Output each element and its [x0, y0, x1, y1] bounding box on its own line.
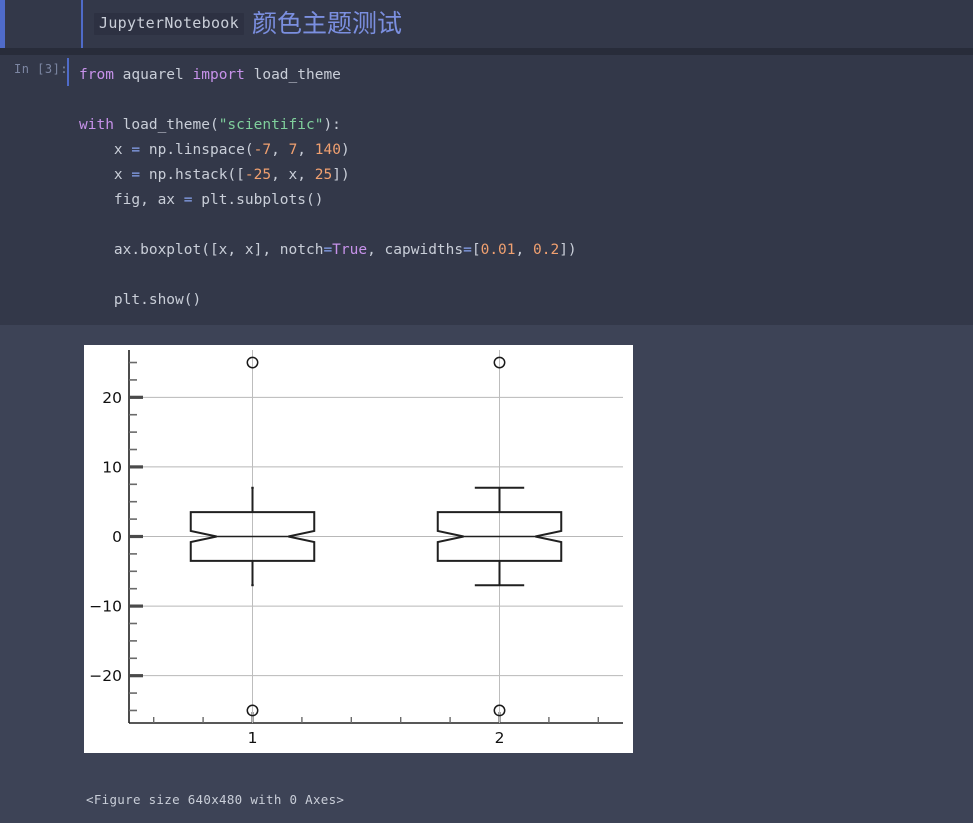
code-token: ,: [515, 242, 533, 258]
x-axis-tick-label: 2: [495, 729, 505, 747]
y-axis-tick-label: −10: [89, 598, 122, 616]
cell-focus-bar: [67, 58, 69, 86]
code-token: [: [471, 242, 481, 258]
code-token: -25: [244, 167, 272, 183]
code-line: plt.show(): [79, 288, 577, 313]
code-token: , x,: [271, 167, 315, 183]
code-token: x: [79, 142, 132, 158]
code-editor-content[interactable]: from aquarel import load_theme with load…: [79, 63, 577, 313]
code-token: 140: [314, 142, 341, 158]
code-token: 25: [314, 167, 333, 183]
code-token: , capwidths: [367, 242, 464, 258]
code-token: =: [463, 242, 472, 258]
code-token: ,: [297, 142, 315, 158]
code-line: from aquarel import load_theme: [79, 63, 577, 88]
code-token: ):: [323, 117, 341, 133]
code-token: aquarel: [122, 67, 193, 83]
code-token: 0.01: [480, 242, 516, 258]
code-token: from: [79, 67, 123, 83]
notebook-badge: JupyterNotebook: [94, 13, 244, 35]
code-token: 0.2: [532, 242, 560, 258]
code-line: fig, ax = plt.subplots(): [79, 188, 577, 213]
code-token: =: [131, 167, 149, 183]
code-token: plt.show(): [79, 292, 202, 308]
code-token: with: [79, 117, 123, 133]
cell-prompt-label: In [3]:: [14, 62, 69, 76]
page-title: 颜色主题测试: [251, 8, 402, 38]
notebook-header: JupyterNotebook 颜色主题测试: [0, 0, 973, 48]
code-token: ,: [271, 142, 289, 158]
code-token: =: [131, 142, 149, 158]
code-line: x = np.linspace(-7, 7, 140): [79, 138, 577, 163]
code-token: "scientific": [218, 117, 324, 133]
boxplot-chart: 20 10 0 −10 −20 1 2: [89, 350, 623, 747]
code-token: ]): [332, 167, 350, 183]
code-token: 7: [288, 142, 298, 158]
code-token: ]): [559, 242, 577, 258]
y-axis-tick-label: 10: [102, 458, 122, 476]
code-token: load_theme: [253, 67, 341, 83]
code-token: import: [192, 67, 254, 83]
y-axis-tick-label: −20: [89, 667, 122, 685]
x-axis-tick-label: 1: [248, 729, 258, 747]
code-token: np.linspace(: [148, 142, 254, 158]
code-token: ax.boxplot([x, x], notch: [79, 242, 324, 258]
y-axis-tick-label: 20: [102, 389, 122, 407]
code-token: load_theme(: [122, 117, 219, 133]
code-token: plt.subplots(): [201, 192, 324, 208]
y-axis-tick-label: 0: [112, 528, 122, 546]
code-line: with load_theme("scientific"):: [79, 113, 577, 138]
code-token: True: [332, 242, 368, 258]
code-token: np.hstack([: [148, 167, 245, 183]
header-separator: [0, 48, 973, 55]
code-token: -7: [253, 142, 272, 158]
code-line: ax.boxplot([x, x], notch=True, capwidths…: [79, 238, 577, 263]
code-line: x = np.hstack([-25, x, 25]): [79, 163, 577, 188]
code-cell[interactable]: In [3]: from aquarel import load_theme w…: [0, 55, 973, 325]
code-token: =: [323, 242, 333, 258]
code-token: x: [79, 167, 132, 183]
stdout-text: <Figure size 640x480 with 0 Axes>: [86, 792, 345, 807]
header-divider-bar: [81, 0, 83, 48]
code-token: =: [183, 192, 202, 208]
header-accent-bar: [0, 0, 5, 48]
matplotlib-figure: 20 10 0 −10 −20 1 2: [84, 345, 633, 753]
output-cell: 20 10 0 −10 −20 1 2 <Figure size 640x480 with …: [0, 325, 973, 823]
code-token: ): [340, 142, 350, 158]
header-title-group: JupyterNotebook 颜色主题测试: [94, 0, 402, 48]
code-token: fig, ax: [79, 192, 184, 208]
